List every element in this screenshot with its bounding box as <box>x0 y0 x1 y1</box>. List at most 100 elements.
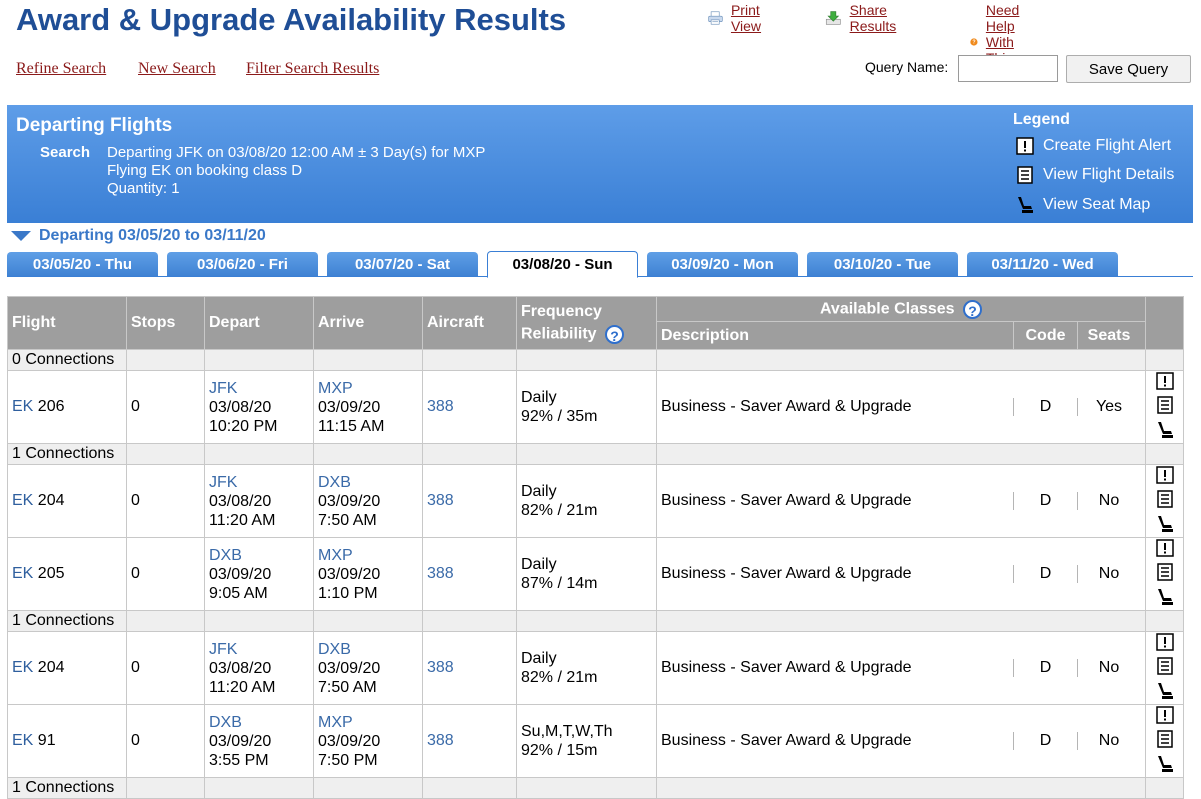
seat-map-icon[interactable] <box>1155 420 1175 442</box>
search-line-2: Flying EK on booking class D <box>107 162 303 179</box>
class-code: D <box>1039 732 1052 749</box>
departing-range-toggle[interactable]: Departing 03/05/20 to 03/11/20 <box>10 227 266 245</box>
arrive-airport-link[interactable]: MXP <box>318 546 418 565</box>
triangle-down-icon <box>11 231 31 241</box>
query-name-input[interactable] <box>958 55 1058 82</box>
seat-map-icon[interactable] <box>1155 754 1175 776</box>
airline-link[interactable]: EK <box>12 398 33 415</box>
share-results-link[interactable]: Share Results <box>825 2 906 34</box>
arrive-cell: MXP 03/09/20 7:50 PM <box>313 704 423 778</box>
reliability-value: 87% / 14m <box>521 575 598 592</box>
refine-search-link[interactable]: Refine Search <box>16 60 106 78</box>
aircraft-cell: 388 <box>422 464 517 538</box>
reliability-header: Reliability <box>521 325 597 343</box>
flight-cell: EK 205 <box>7 537 127 611</box>
connections-group-row: 1 Connections <box>7 610 1184 632</box>
filter-results-link[interactable]: Filter Search Results <box>246 60 379 78</box>
save-query-button[interactable]: Save Query <box>1066 55 1191 83</box>
date-tab[interactable]: 03/07/20 - Sat <box>327 252 478 276</box>
create-alert-icon[interactable] <box>1155 372 1174 394</box>
class-cell: Business - Saver Award & Upgrade D Yes <box>656 370 1146 444</box>
legend-label: View Flight Details <box>1043 166 1175 183</box>
results-table: Flight Stops Depart Arrive Aircraft Freq… <box>7 296 1184 799</box>
aircraft-link[interactable]: 388 <box>427 732 454 749</box>
flight-number: 204 <box>37 492 65 509</box>
aircraft-cell: 388 <box>422 370 517 444</box>
aircraft-cell: 388 <box>422 704 517 778</box>
class-description: Business - Saver Award & Upgrade <box>661 492 912 509</box>
actions-cell <box>1145 370 1184 444</box>
search-line-3: Quantity: 1 <box>107 180 180 197</box>
date-tab[interactable]: 03/11/20 - Wed <box>967 252 1118 276</box>
depart-airport-link[interactable]: JFK <box>209 379 309 398</box>
seat-map-icon[interactable] <box>1155 587 1175 609</box>
flight-details-icon[interactable] <box>1156 490 1173 512</box>
seats-available: No <box>1098 659 1120 676</box>
airline-link[interactable]: EK <box>12 732 33 749</box>
aircraft-link[interactable]: 388 <box>427 398 454 415</box>
legend-title: Legend <box>1013 111 1070 128</box>
print-view-link[interactable]: Print View <box>708 2 770 34</box>
search-label: Search <box>40 144 91 161</box>
create-alert-icon[interactable] <box>1155 466 1174 488</box>
date-tab[interactable]: 03/06/20 - Fri <box>167 252 318 276</box>
flight-details-icon[interactable] <box>1156 563 1173 585</box>
depart-airport-link[interactable]: DXB <box>209 713 309 732</box>
actions-cell <box>1145 704 1184 778</box>
reliability-value: 82% / 21m <box>521 669 598 686</box>
arrive-airport-link[interactable]: MXP <box>318 379 418 398</box>
aircraft-link[interactable]: 388 <box>427 565 454 582</box>
flight-number: 205 <box>37 565 65 582</box>
class-cell: Business - Saver Award & Upgrade D No <box>656 704 1146 778</box>
svg-text:?: ? <box>972 40 975 46</box>
frequency-value: Daily <box>521 483 557 500</box>
aircraft-link[interactable]: 388 <box>427 659 454 676</box>
frequency-cell: Daily 82% / 21m <box>516 464 657 538</box>
flight-row: EK 204 0 JFK 03/08/20 11:20 AM DXB 03/09… <box>7 464 1184 538</box>
frequency-cell: Su,M,T,W,Th 92% / 15m <box>516 704 657 778</box>
flight-details-icon[interactable] <box>1156 730 1173 752</box>
date-tab[interactable]: 03/10/20 - Tue <box>807 252 958 276</box>
new-search-link[interactable]: New Search <box>138 60 216 78</box>
class-cell: Business - Saver Award & Upgrade D No <box>656 464 1146 538</box>
depart-airport-link[interactable]: JFK <box>209 473 309 492</box>
col-stops: Stops <box>126 296 205 350</box>
arrive-airport-link[interactable]: DXB <box>318 473 418 492</box>
frequency-value: Daily <box>521 650 557 667</box>
connections-label: 1 Connections <box>7 777 127 799</box>
flight-cell: EK 91 <box>7 704 127 778</box>
depart-airport-link[interactable]: JFK <box>209 640 309 659</box>
airline-link[interactable]: EK <box>12 659 33 676</box>
create-alert-icon[interactable] <box>1155 633 1174 655</box>
depart-airport-link[interactable]: DXB <box>209 546 309 565</box>
create-alert-icon[interactable] <box>1155 706 1174 728</box>
seats-available: No <box>1098 732 1120 749</box>
available-classes-help-icon[interactable]: ? <box>963 299 983 319</box>
create-alert-icon[interactable] <box>1155 539 1174 561</box>
seat-map-icon[interactable] <box>1155 514 1175 536</box>
flight-details-icon[interactable] <box>1156 396 1173 418</box>
question-icon: ? <box>970 38 978 46</box>
airline-link[interactable]: EK <box>12 492 33 509</box>
arrive-time: 11:15 AM <box>318 417 385 435</box>
col-depart: Depart <box>204 296 314 350</box>
arrive-airport-link[interactable]: DXB <box>318 640 418 659</box>
seat-map-icon[interactable] <box>1155 681 1175 703</box>
class-description: Business - Saver Award & Upgrade <box>661 732 912 749</box>
connections-group-row: 1 Connections <box>7 777 1184 799</box>
depart-date: 03/08/20 <box>209 398 272 416</box>
flight-details-icon[interactable] <box>1156 657 1173 679</box>
date-tab-active[interactable]: 03/08/20 - Sun <box>487 251 638 278</box>
actions-cell <box>1145 464 1184 538</box>
frequency-header: Frequency <box>521 302 602 320</box>
stops-cell: 0 <box>126 370 205 444</box>
date-tab[interactable]: 03/05/20 - Thu <box>7 252 158 276</box>
arrive-airport-link[interactable]: MXP <box>318 713 418 732</box>
airline-link[interactable]: EK <box>12 565 33 582</box>
date-tab[interactable]: 03/09/20 - Mon <box>647 252 798 276</box>
reliability-help-icon[interactable]: ? <box>605 324 625 344</box>
legend-create-alert: Create Flight Alert <box>1015 137 1171 155</box>
aircraft-link[interactable]: 388 <box>427 492 454 509</box>
actions-cell <box>1145 631 1184 705</box>
arrive-cell: DXB 03/09/20 7:50 AM <box>313 464 423 538</box>
